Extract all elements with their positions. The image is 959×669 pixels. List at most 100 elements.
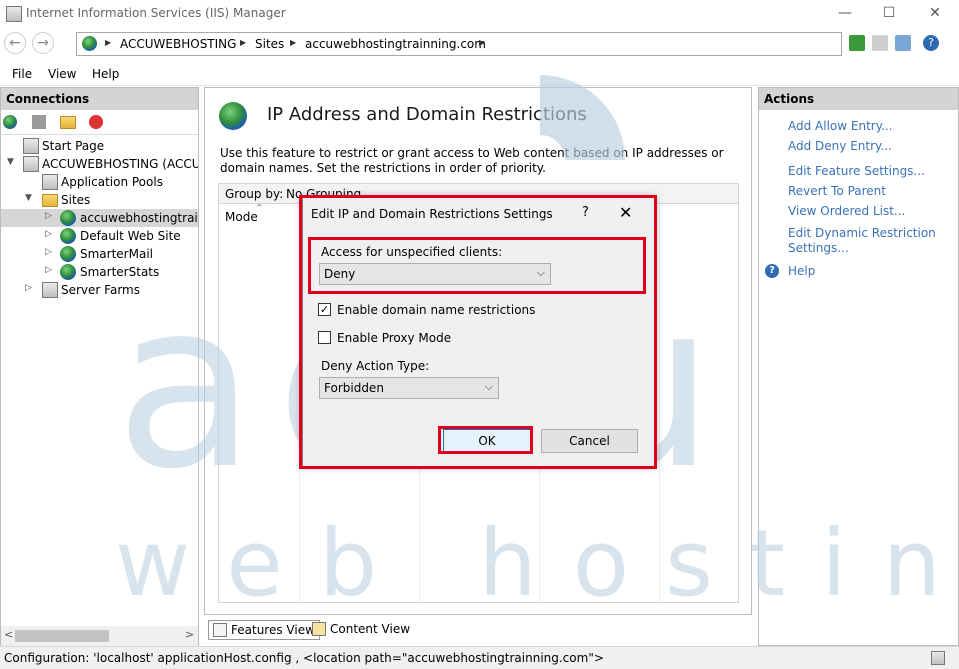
tree-label: Application Pools: [61, 175, 163, 189]
tree-item-smartermail[interactable]: ▷ SmarterMail: [1, 245, 198, 263]
menu-view[interactable]: View: [48, 67, 76, 81]
feature-description: Use this feature to restrict or grant ac…: [220, 146, 724, 175]
tree-label: Default Web Site: [80, 229, 181, 243]
group-by-label: Group by:: [225, 187, 284, 201]
start-page-icon: [23, 138, 39, 154]
tab-content-view[interactable]: Content View: [308, 620, 414, 640]
tree-item-start-page[interactable]: Start Page: [1, 137, 198, 155]
minimize-button[interactable]: —: [822, 0, 868, 28]
scrollbar-thumb[interactable]: [15, 630, 109, 642]
site-globe-icon: [60, 246, 76, 262]
menu-bar: File View Help: [0, 62, 959, 86]
sites-folder-icon: [42, 194, 58, 207]
server-icon: [23, 156, 39, 172]
breadcrumb-arrow-icon: ▶: [290, 38, 297, 47]
expand-chevron-icon[interactable]: ▷: [45, 265, 52, 275]
scroll-left-icon[interactable]: <: [4, 628, 13, 641]
stop-icon[interactable]: [872, 35, 888, 51]
connections-header: Connections: [1, 88, 198, 110]
maximize-button[interactable]: ☐: [866, 0, 912, 28]
status-bar: Configuration: 'localhost' applicationHo…: [0, 646, 959, 669]
ip-restrictions-globe-icon: [219, 102, 247, 130]
tree-label: SmarterMail: [80, 247, 153, 261]
back-arrow-icon[interactable]: ←: [4, 32, 26, 54]
tree-label: SmarterStats: [80, 265, 160, 279]
home-icon[interactable]: [895, 35, 911, 51]
close-button[interactable]: ✕: [912, 0, 958, 28]
breadcrumb-server[interactable]: ACCUWEBHOSTING: [120, 37, 236, 51]
access-highlight: [308, 237, 646, 294]
connect-icon[interactable]: [3, 115, 17, 129]
horizontal-scrollbar[interactable]: < >: [1, 626, 198, 646]
iis-app-icon: [6, 6, 22, 22]
connections-toolbar: [1, 111, 198, 135]
tree-item-smarterstats[interactable]: ▷ SmarterStats: [1, 263, 198, 281]
expand-chevron-icon[interactable]: ▷: [45, 247, 52, 257]
features-view-icon: [213, 623, 227, 637]
window-title: Internet Information Services (IIS) Mana…: [26, 6, 286, 20]
connections-panel: Connections Start Page ▼ ACCUWEBHOSTING …: [0, 87, 199, 646]
title-bar: Internet Information Services (IIS) Mana…: [0, 0, 959, 28]
help-link[interactable]: Help: [788, 264, 815, 278]
view-tabs: Features View Content View: [204, 618, 752, 642]
tree-label: ACCUWEBHOSTING (ACCUW: [42, 157, 198, 171]
tab-label: Features View: [231, 623, 315, 637]
column-divider: [659, 205, 660, 603]
expand-chevron-icon[interactable]: ▷: [45, 211, 52, 221]
up-folder-icon[interactable]: [60, 116, 76, 129]
help-dropdown-icon[interactable]: ?: [923, 35, 939, 51]
status-text: Configuration: 'localhost' applicationHo…: [4, 651, 604, 665]
breadcrumb-site[interactable]: accuwebhostingtrainning.com: [305, 37, 486, 51]
save-icon[interactable]: [32, 115, 46, 129]
edit-feature-settings-link[interactable]: Edit Feature Settings...: [788, 164, 925, 178]
breadcrumb-arrow-icon: ▶: [479, 38, 486, 47]
breadcrumb-arrow-icon: ▶: [105, 38, 112, 47]
add-deny-entry-link[interactable]: Add Deny Entry...: [788, 139, 892, 153]
breadcrumb-arrow-icon: ▶: [240, 38, 247, 47]
tree-label: Start Page: [42, 139, 105, 153]
menu-help[interactable]: Help: [92, 67, 119, 81]
menu-file[interactable]: File: [12, 67, 32, 81]
refresh-icon[interactable]: [849, 35, 865, 51]
edit-dynamic-restriction-link[interactable]: Edit Dynamic Restriction: [788, 226, 936, 240]
server-farms-icon: [42, 282, 58, 298]
tree-label: accuwebhostingtrainn: [80, 211, 198, 225]
breadcrumb-sites[interactable]: Sites: [255, 37, 284, 51]
site-globe-icon: [60, 228, 76, 244]
tree-item-sites[interactable]: ▼ Sites: [1, 191, 198, 209]
site-globe-icon: [60, 264, 76, 280]
tree-item-server-farms[interactable]: ▷ Server Farms: [1, 281, 198, 299]
ok-highlight: [438, 426, 533, 454]
sort-up-icon: ^: [256, 203, 263, 212]
collapse-chevron-icon[interactable]: ▼: [25, 193, 32, 203]
network-status-icon: [931, 651, 945, 665]
view-ordered-list-link[interactable]: View Ordered List...: [788, 204, 905, 218]
site-globe-icon: [60, 210, 76, 226]
revert-to-parent-link[interactable]: Revert To Parent: [788, 184, 886, 198]
tree-item-server[interactable]: ▼ ACCUWEBHOSTING (ACCUW: [1, 155, 198, 173]
tab-label: Content View: [330, 622, 411, 636]
actions-header: Actions: [759, 88, 958, 110]
app-pools-icon: [42, 174, 58, 190]
globe-icon: [82, 36, 97, 51]
add-allow-entry-link[interactable]: Add Allow Entry...: [788, 119, 893, 133]
collapse-chevron-icon[interactable]: ▼: [7, 157, 14, 167]
tree-item-app-pools[interactable]: Application Pools: [1, 173, 198, 191]
tree-label: Sites: [61, 193, 91, 207]
tree-item-default-web-site[interactable]: ▷ Default Web Site: [1, 227, 198, 245]
disconnect-icon[interactable]: [89, 115, 103, 129]
page-title: IP Address and Domain Restrictions: [267, 104, 587, 125]
content-view-icon: [312, 622, 326, 636]
address-field[interactable]: ▶ ACCUWEBHOSTING ▶ Sites ▶ accuwebhostin…: [76, 32, 842, 56]
help-icon: ?: [765, 264, 779, 278]
tab-features-view[interactable]: Features View: [208, 620, 320, 640]
column-mode[interactable]: Mode: [225, 210, 258, 224]
tree-label: Server Farms: [61, 283, 140, 297]
edit-dynamic-restriction-settings-link[interactable]: Settings...: [788, 241, 849, 255]
scroll-right-icon[interactable]: >: [185, 628, 194, 641]
address-bar: ← → ▶ ACCUWEBHOSTING ▶ Sites ▶ accuwebho…: [0, 28, 959, 62]
expand-chevron-icon[interactable]: ▷: [45, 229, 52, 239]
tree-item-accuwebhosting-site[interactable]: ▷ accuwebhostingtrainn: [1, 209, 198, 227]
forward-arrow-icon[interactable]: →: [32, 32, 54, 54]
expand-chevron-icon[interactable]: ▷: [25, 283, 32, 293]
